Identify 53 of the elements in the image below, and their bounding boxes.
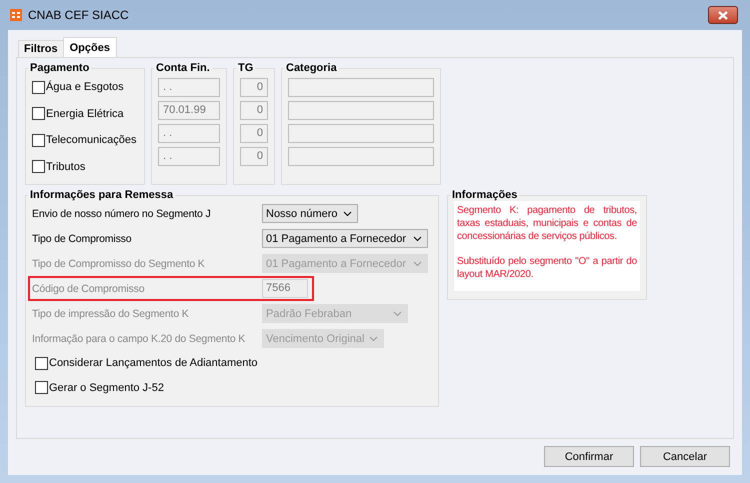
field-label: Tipo de Compromisso do Segmento K	[32, 258, 206, 270]
checkbox-label: Considerar Lançamentos de Adiantamento	[49, 357, 258, 370]
close-icon	[717, 10, 729, 20]
info-text: Substituído pelo segmento "O" a partir do layout MAR/2020.	[457, 255, 637, 281]
chevron-down-icon	[413, 260, 422, 266]
field-label: Código de Compromisso	[32, 282, 146, 294]
field-label: Tipo de Compromisso	[32, 232, 132, 244]
close-button[interactable]	[708, 6, 738, 24]
tg-field[interactable]: 0	[240, 124, 268, 143]
tab[interactable]: Filtros	[18, 40, 64, 57]
checkbox[interactable]	[32, 134, 45, 147]
category-field[interactable]	[288, 147, 434, 166]
dialog-button[interactable]: Confirmar	[544, 446, 634, 467]
account-field[interactable]: . .	[158, 78, 220, 97]
group-title: Categoria	[285, 62, 338, 74]
checkbox-label: Água e Esgotos	[46, 81, 124, 94]
category-field[interactable]	[288, 124, 434, 143]
checkbox-label: Telecomunicações	[46, 134, 136, 146]
group-title: Pagamento	[29, 62, 90, 74]
group-title: Informações para Remessa	[29, 189, 174, 201]
window-title: CNAB CEF SIACC	[28, 8, 129, 22]
field-label: Informação para o campo K.20 do Segmento K	[32, 332, 246, 344]
category-field[interactable]	[288, 78, 434, 97]
group-title: Informações	[451, 189, 518, 201]
tg-field[interactable]: 0	[240, 101, 268, 120]
checkbox[interactable]	[32, 160, 45, 174]
chevron-down-icon	[343, 210, 352, 216]
app-icon	[10, 9, 22, 21]
dropdown[interactable]: Nosso número	[262, 204, 358, 223]
category-field[interactable]	[288, 101, 434, 120]
account-field[interactable]: . .	[158, 147, 220, 166]
checkbox[interactable]	[35, 356, 48, 370]
dialog-button[interactable]: Cancelar	[640, 446, 730, 467]
tg-field[interactable]: 0	[240, 147, 268, 166]
tab[interactable]: Opções	[62, 37, 117, 57]
group-title: TG	[237, 62, 254, 74]
field-label: Tipo de impressão do Segmento K	[32, 308, 190, 320]
checkbox-label: Gerar o Segmento J-52	[49, 382, 164, 394]
chevron-down-icon	[393, 310, 402, 316]
account-field[interactable]: 70.01.99	[158, 101, 220, 120]
field-label: Envio de nosso número no Segmento J	[32, 208, 212, 220]
chevron-down-icon	[369, 336, 378, 342]
dropdown[interactable]: 01 Pagamento a Fornecedor	[262, 229, 428, 248]
chevron-down-icon	[413, 236, 422, 242]
checkbox-label: Tributos	[46, 160, 86, 173]
checkbox[interactable]	[32, 107, 45, 120]
tg-field[interactable]: 0	[240, 78, 268, 97]
info-text: Segmento K: pagamento de tributos, taxas estaduais, municipais e contas de concessionárias de serviços públicos.	[457, 204, 637, 243]
account-field[interactable]: . .	[158, 124, 220, 143]
checkbox[interactable]	[32, 80, 45, 94]
group-title: Conta Fin.	[155, 62, 211, 74]
checkbox-label: Energia Elétrica	[46, 108, 124, 120]
checkbox[interactable]	[35, 381, 48, 394]
